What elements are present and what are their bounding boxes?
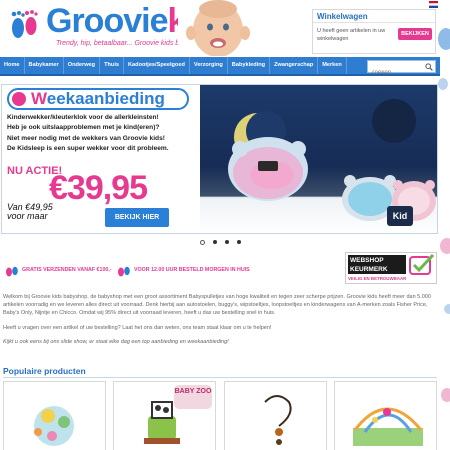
free-shipping-text: GRATIS VERZENDEN VANAF €100,-	[22, 267, 112, 273]
nav-item-babykamer[interactable]: Babykamer	[25, 57, 64, 74]
intro-paragraph: Kijkt u ook eens bij ons slide show, er …	[3, 338, 229, 345]
promo-line: Heb je ook uitslaapproblemen met je kind…	[7, 124, 160, 132]
next-day-delivery-text: VOOR 12.00 UUR BESTELD MORGEN IN HUIS	[134, 267, 250, 273]
promo-banner[interactable]: Weekaanbieding Kinderwekker/kleuterklok …	[1, 84, 438, 234]
carousel-dot-4[interactable]	[237, 240, 241, 244]
nav-item-kadootjes[interactable]: Kadootjes/Speelgoed	[124, 57, 190, 74]
kidsleep-logo: Kid	[387, 206, 413, 226]
keurmerk-title: WEBSHOP KEURMERK	[348, 255, 406, 274]
intro-paragraph: Heeft u vragen over een artikel of uw be…	[3, 324, 272, 331]
nav-item-babykleding[interactable]: Babykleding	[228, 57, 271, 74]
section-divider	[3, 377, 437, 378]
promo-price: €39,95	[49, 169, 148, 207]
header: Grooviekids Trendy, hip, betaalbaar... G…	[0, 0, 450, 56]
decorative-bubble	[444, 304, 450, 314]
view-cart-button[interactable]: BEKIJKEN	[398, 28, 432, 40]
product-image	[353, 407, 423, 446]
promo-line: De Kidsleep is een super wekker voor dit…	[7, 145, 169, 153]
search-icon[interactable]	[425, 63, 433, 71]
baby-zoo-badge: BABY ZOO	[174, 385, 212, 409]
product-card[interactable]	[224, 381, 327, 450]
old-price-line: voor maar	[7, 211, 48, 221]
product-card[interactable]	[334, 381, 437, 450]
keurmerk-line: WEBSHOP	[350, 257, 384, 264]
checkmark-icon	[409, 254, 435, 275]
keurmerk-line: KEURMERK	[350, 266, 388, 273]
carousel-dot-1[interactable]	[200, 239, 205, 245]
carousel-dot-2[interactable]	[213, 240, 217, 244]
intro-text: Welkom bij Groovie kids babyshop, de bab…	[3, 293, 439, 352]
dutch-flag-icon[interactable]	[429, 1, 438, 8]
old-price: Van €49,95 voor maar	[7, 203, 53, 221]
nav-item-merken[interactable]: Merken	[318, 57, 347, 74]
carousel-dot-3[interactable]	[225, 240, 229, 244]
nav-item-thuis[interactable]: Thuis	[100, 57, 124, 74]
week-offer-icon	[12, 92, 26, 106]
popular-products-title: Populaire producten	[3, 366, 86, 376]
promo-line: Niet meer nodig met de wekkers van Groov…	[7, 134, 165, 142]
nav-item-zwangerschap[interactable]: Zwangerschap	[270, 57, 319, 74]
decorative-bubble	[438, 78, 448, 90]
feet-icon	[6, 266, 18, 277]
decorative-bubble	[440, 238, 450, 254]
webshop-keurmerk-badge[interactable]: WEBSHOP KEURMERK VEILIG EN BETROUWBAAR	[345, 252, 437, 284]
week-heading-w: W	[31, 89, 47, 108]
decorative-bubble	[438, 28, 450, 50]
feet-icon	[118, 266, 130, 277]
promo-line: Kinderwekker/kleuterklok voor de allerkl…	[7, 114, 159, 121]
promo-description: Kinderwekker/kleuterklok voor de allerkl…	[7, 113, 203, 155]
keurmerk-subtitle: VEILIG EN BETROUWBAAR	[348, 276, 407, 281]
cart-widget: Winkelwagen U heeft geen artikelen in uw…	[312, 9, 436, 54]
nav-item-onderweg[interactable]: Onderweg	[64, 57, 101, 74]
search-input[interactable]	[368, 67, 424, 79]
nav-item-verzorging[interactable]: Verzorging	[190, 57, 228, 74]
decorative-bubble	[441, 388, 450, 402]
product-image	[264, 395, 292, 445]
feet-logo-icon	[11, 10, 38, 38]
logo-groovie[interactable]: Groovie	[46, 2, 168, 40]
nav-item-home[interactable]: Home	[0, 57, 25, 74]
product-card[interactable]: BABY ZOO	[113, 381, 216, 450]
product-image	[34, 406, 74, 446]
search-box	[367, 60, 436, 79]
banner-text-panel: Weekaanbieding Kinderwekker/kleuterklok …	[2, 85, 200, 233]
baby-photo	[178, 0, 256, 56]
cart-empty-text: U heeft geen artikelen in uw winkelwagen	[317, 28, 386, 42]
product-grid: BABY ZOO	[3, 381, 437, 450]
banner-product-image: Kid	[200, 85, 437, 233]
intro-paragraph: Welkom bij Groovie kids babyshop, de bab…	[3, 294, 431, 317]
carousel-dots	[200, 239, 241, 245]
week-offer-heading: Weekaanbieding	[7, 88, 189, 110]
cart-title: Winkelwagen	[313, 10, 435, 23]
week-heading-rest: eekaanbieding	[46, 89, 165, 108]
product-card[interactable]	[3, 381, 106, 450]
view-offer-button[interactable]: BEKIJK HIER	[105, 208, 169, 227]
